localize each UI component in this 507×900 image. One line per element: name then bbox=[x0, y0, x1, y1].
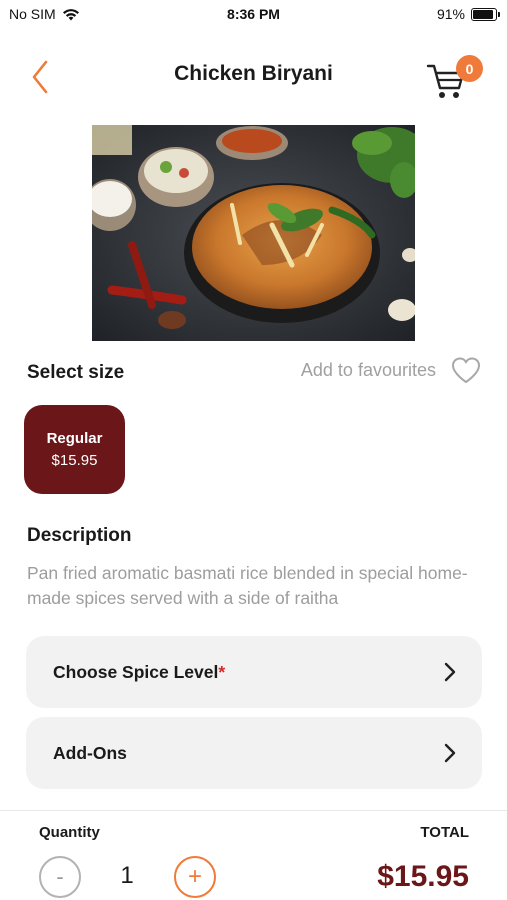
add-ons-label: Add-Ons bbox=[53, 742, 127, 763]
total-label: TOTAL bbox=[420, 824, 469, 841]
status-time: 8:36 PM bbox=[227, 6, 280, 22]
size-name: Regular bbox=[46, 430, 103, 447]
biryani-photo bbox=[92, 125, 415, 341]
bottom-divider bbox=[0, 810, 507, 811]
total-price: $15.95 bbox=[377, 860, 469, 893]
description-text: Pan fried aromatic basmati rice blended … bbox=[27, 563, 468, 608]
food-image bbox=[92, 125, 415, 341]
heart-icon bbox=[452, 357, 480, 383]
required-mark: * bbox=[218, 661, 226, 682]
add-ons-row[interactable]: Add-Ons bbox=[26, 717, 482, 789]
battery-percent: 91% bbox=[436, 6, 465, 22]
chevron-right-icon bbox=[444, 743, 456, 763]
header: Chicken Biryani 0 bbox=[0, 48, 507, 104]
quantity-value: 1 bbox=[120, 862, 134, 889]
cart-button[interactable]: 0 bbox=[425, 52, 483, 102]
select-size-label: Select size bbox=[27, 362, 125, 383]
battery-level bbox=[473, 9, 494, 19]
status-bar: No SIM 8:36 PM 91% bbox=[0, 0, 507, 30]
spice-level-label: Choose Spice Level* bbox=[53, 662, 442, 683]
size-option-regular[interactable]: Regular $15.95 bbox=[24, 405, 125, 494]
chevron-right-icon bbox=[444, 662, 456, 682]
spice-level-text: Choose Spice Level bbox=[53, 661, 219, 682]
battery-icon bbox=[471, 7, 500, 21]
quantity-label: Quantity bbox=[39, 824, 100, 841]
favourites-label: Add to favourites bbox=[300, 359, 436, 380]
cart-count-badge: 0 bbox=[456, 55, 483, 82]
status-battery: 91% bbox=[436, 6, 500, 22]
description-title: Description bbox=[27, 525, 132, 546]
decrease-quantity-button[interactable]: - bbox=[39, 856, 81, 898]
size-price: $15.95 bbox=[51, 452, 98, 469]
add-to-favourites-button[interactable]: Add to favourites bbox=[301, 356, 482, 384]
choose-spice-level-row[interactable]: Choose Spice Level* bbox=[26, 636, 482, 708]
increase-quantity-button[interactable]: + bbox=[174, 856, 216, 898]
